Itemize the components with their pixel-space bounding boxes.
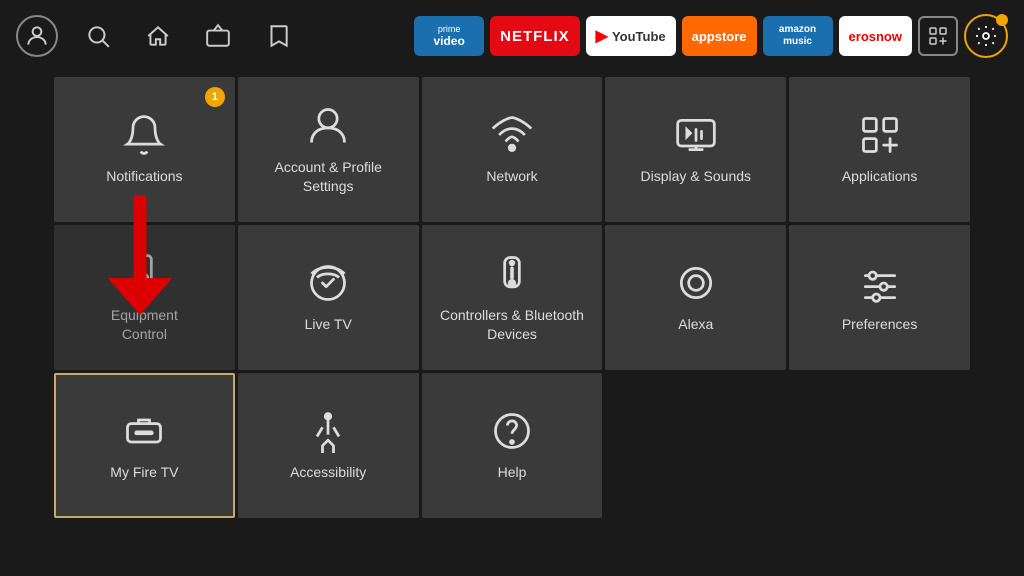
controllers-label: Controllers & BluetoothDevices <box>440 306 584 342</box>
account-icon <box>306 104 350 148</box>
prime-label-top: prime <box>438 24 461 34</box>
network-icon <box>490 113 534 157</box>
preferences-icon <box>858 261 902 305</box>
account-tile[interactable]: Account & ProfileSettings <box>238 77 419 222</box>
controllers-tile[interactable]: Controllers & BluetoothDevices <box>422 225 603 370</box>
display-sounds-tile[interactable]: Display & Sounds <box>605 77 786 222</box>
prime-label-bottom: video <box>433 34 464 48</box>
controllers-icon <box>490 252 534 296</box>
notifications-icon <box>122 113 166 157</box>
amazon-music-app[interactable]: amazonmusic <box>763 16 833 56</box>
preferences-label: Preferences <box>842 315 917 333</box>
home-icon[interactable] <box>138 16 178 56</box>
live-tv-icon <box>306 261 350 305</box>
prime-video-app[interactable]: prime video <box>414 16 484 56</box>
display-sounds-label: Display & Sounds <box>641 167 752 185</box>
notifications-label: Notifications <box>106 167 182 185</box>
live-tv-label: Live TV <box>305 315 352 333</box>
applications-label: Applications <box>842 167 918 185</box>
settings-icon[interactable] <box>964 14 1008 58</box>
my-fire-tv-label: My Fire TV <box>110 463 178 481</box>
appstore-label: appstore <box>692 29 747 44</box>
alexa-icon <box>674 261 718 305</box>
accessibility-icon <box>306 409 350 453</box>
network-label: Network <box>486 167 537 185</box>
search-icon[interactable] <box>78 16 118 56</box>
help-icon <box>490 409 534 453</box>
notifications-badge: 1 <box>205 87 225 107</box>
user-avatar[interactable] <box>16 15 58 57</box>
equipment-control-tile[interactable]: EquipmentControl <box>54 225 235 370</box>
network-tile[interactable]: Network <box>422 77 603 222</box>
youtube-play-icon: ▶ <box>596 26 608 46</box>
top-navigation: prime video NETFLIX ▶ YouTube appstore a… <box>0 0 1024 72</box>
erosnow-label: erosnow <box>849 29 902 44</box>
nav-left-icons <box>16 15 298 57</box>
help-label: Help <box>498 463 527 481</box>
display-sounds-icon <box>674 113 718 157</box>
equipment-control-icon <box>122 252 166 296</box>
youtube-app[interactable]: ▶ YouTube <box>586 16 676 56</box>
equipment-control-label: EquipmentControl <box>111 306 178 342</box>
settings-grid: 1 Notifications Account & ProfileSetting… <box>0 74 1024 521</box>
my-fire-tv-icon <box>122 409 166 453</box>
live-tv-tile[interactable]: Live TV <box>238 225 419 370</box>
my-fire-tv-tile[interactable]: My Fire TV <box>54 373 235 518</box>
applications-tile[interactable]: Applications <box>789 77 970 222</box>
appstore-app[interactable]: appstore <box>682 16 757 56</box>
accessibility-tile[interactable]: Accessibility <box>238 373 419 518</box>
account-label: Account & ProfileSettings <box>275 158 382 194</box>
tv-icon[interactable] <box>198 16 238 56</box>
settings-badge <box>996 14 1008 26</box>
erosnow-app[interactable]: erosnow <box>839 16 912 56</box>
netflix-app[interactable]: NETFLIX <box>490 16 580 56</box>
grid-apps-icon[interactable] <box>918 16 958 56</box>
preferences-tile[interactable]: Preferences <box>789 225 970 370</box>
bookmark-icon[interactable] <box>258 16 298 56</box>
netflix-label: NETFLIX <box>500 28 570 45</box>
youtube-label: YouTube <box>612 29 666 44</box>
alexa-label: Alexa <box>678 315 713 333</box>
help-tile[interactable]: Help <box>422 373 603 518</box>
applications-icon <box>858 113 902 157</box>
accessibility-label: Accessibility <box>290 463 366 481</box>
app-shortcuts: prime video NETFLIX ▶ YouTube appstore a… <box>414 14 1008 58</box>
notifications-tile[interactable]: 1 Notifications <box>54 77 235 222</box>
alexa-tile[interactable]: Alexa <box>605 225 786 370</box>
amazonmusic-label: amazonmusic <box>779 24 816 48</box>
